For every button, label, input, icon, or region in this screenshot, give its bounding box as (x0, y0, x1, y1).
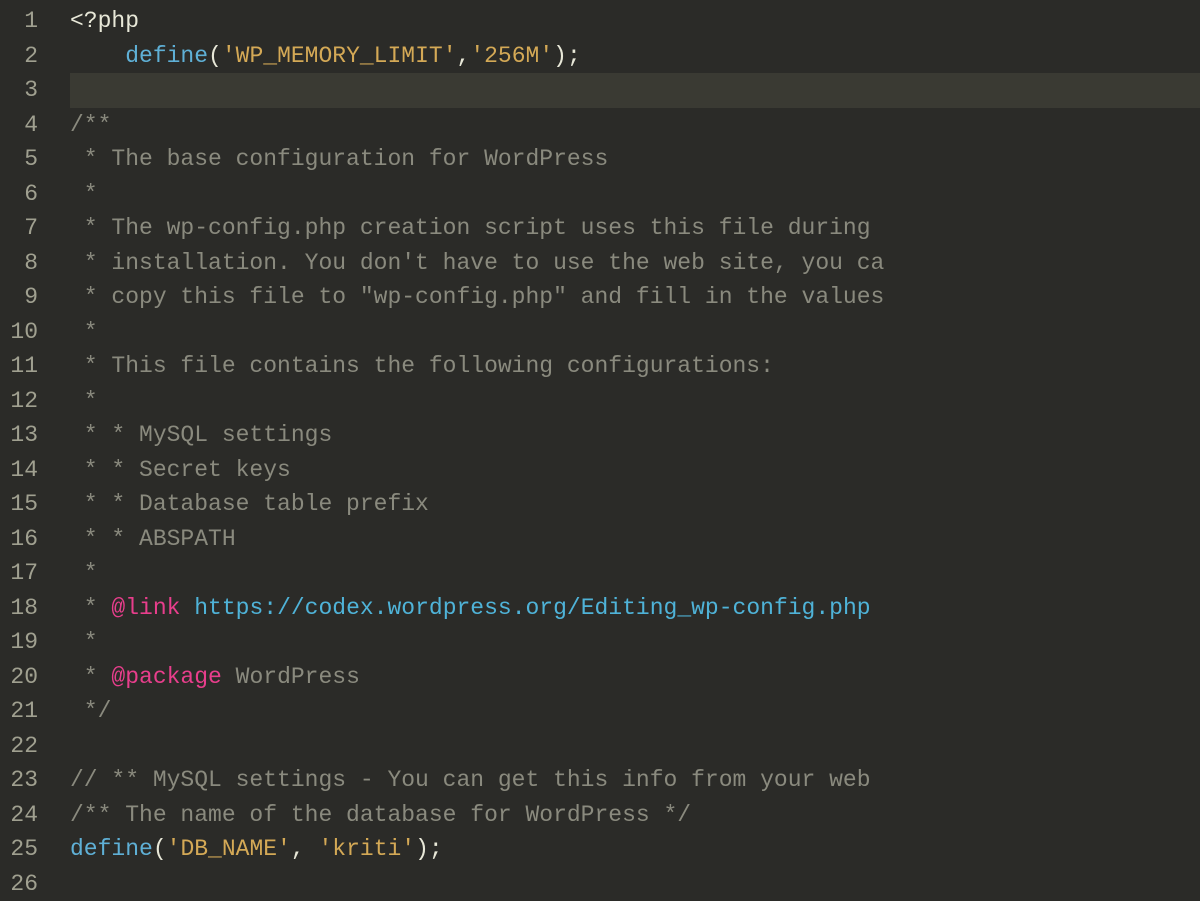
code-line[interactable] (70, 867, 1200, 901)
php-open-tag: <?php (70, 8, 139, 34)
line-number-gutter: 1 2 3 4 5 6 7 8 9 10 11 12 13 14 15 16 1… (0, 0, 50, 900)
docblock-text: * * MySQL settings (70, 422, 332, 448)
docblock-tag-link: @link (111, 595, 180, 621)
code-line[interactable]: * @package WordPress (70, 660, 1200, 695)
code-line[interactable]: * * Database table prefix (70, 487, 1200, 522)
line-number: 25 (8, 832, 38, 867)
string-literal: 'kriti' (318, 836, 415, 862)
code-line[interactable]: define('DB_NAME', 'kriti'); (70, 832, 1200, 867)
code-line[interactable]: <?php (70, 4, 1200, 39)
code-line[interactable]: * The base configuration for WordPress (70, 142, 1200, 177)
line-number: 10 (8, 315, 38, 350)
docblock-text: * This file contains the following confi… (70, 353, 774, 379)
line-number: 9 (8, 280, 38, 315)
code-line[interactable]: * (70, 177, 1200, 212)
docblock-url: https://codex.wordpress.org/Editing_wp-c… (194, 595, 870, 621)
docblock-pkg-name: WordPress (236, 664, 360, 690)
docblock-text: * (70, 181, 98, 207)
code-line[interactable]: * This file contains the following confi… (70, 349, 1200, 384)
docblock-text: * (70, 388, 98, 414)
line-number: 22 (8, 729, 38, 764)
docblock-text: * (70, 560, 98, 586)
docblock-text: * copy this file to "wp-config.php" and … (70, 284, 884, 310)
code-line[interactable]: * * ABSPATH (70, 522, 1200, 557)
code-line[interactable]: * (70, 315, 1200, 350)
line-number: 7 (8, 211, 38, 246)
docblock-text: * * Database table prefix (70, 491, 429, 517)
line-number: 15 (8, 487, 38, 522)
code-line[interactable]: // ** MySQL settings - You can get this … (70, 763, 1200, 798)
code-line[interactable]: define('WP_MEMORY_LIMIT','256M'); (70, 39, 1200, 74)
line-number: 17 (8, 556, 38, 591)
line-number: 14 (8, 453, 38, 488)
docblock-end: */ (70, 698, 111, 724)
code-line[interactable]: * (70, 384, 1200, 419)
func-define: define (125, 43, 208, 69)
line-comment: // ** MySQL settings - You can get this … (70, 767, 884, 793)
line-number: 6 (8, 177, 38, 212)
code-line[interactable]: * * Secret keys (70, 453, 1200, 488)
line-number: 3 (8, 73, 38, 108)
code-line[interactable]: */ (70, 694, 1200, 729)
line-number: 11 (8, 349, 38, 384)
docblock-start: /** (70, 112, 111, 138)
line-number: 13 (8, 418, 38, 453)
line-number: 16 (8, 522, 38, 557)
docblock-text: * (70, 319, 98, 345)
string-literal: 'DB_NAME' (167, 836, 291, 862)
line-number: 21 (8, 694, 38, 729)
line-number: 4 (8, 108, 38, 143)
line-number: 19 (8, 625, 38, 660)
code-area[interactable]: <?php define('WP_MEMORY_LIMIT','256M'); /… (50, 0, 1200, 900)
docblock-text: * * Secret keys (70, 457, 291, 483)
docblock-prefix: * (70, 595, 111, 621)
line-number: 18 (8, 591, 38, 626)
line-number: 5 (8, 142, 38, 177)
line-number: 12 (8, 384, 38, 419)
line-number: 8 (8, 246, 38, 281)
code-line[interactable]: * * MySQL settings (70, 418, 1200, 453)
line-number: 2 (8, 39, 38, 74)
code-line[interactable]: * @link https://codex.wordpress.org/Edit… (70, 591, 1200, 626)
docblock-text: * The base configuration for WordPress (70, 146, 608, 172)
code-line[interactable]: * (70, 556, 1200, 591)
string-literal: 'WP_MEMORY_LIMIT' (222, 43, 457, 69)
code-line[interactable]: * installation. You don't have to use th… (70, 246, 1200, 281)
line-number: 23 (8, 763, 38, 798)
code-line[interactable] (70, 729, 1200, 764)
code-line[interactable]: /** (70, 108, 1200, 143)
line-number: 26 (8, 867, 38, 901)
code-line[interactable]: /** The name of the database for WordPre… (70, 798, 1200, 833)
docblock-text: * installation. You don't have to use th… (70, 250, 884, 276)
code-line[interactable]: * (70, 625, 1200, 660)
func-define: define (70, 836, 153, 862)
line-number: 1 (8, 4, 38, 39)
block-comment: /** The name of the database for WordPre… (70, 802, 691, 828)
docblock-prefix: * (70, 664, 111, 690)
docblock-text: * (70, 629, 98, 655)
line-number: 24 (8, 798, 38, 833)
docblock-text: * The wp-config.php creation script uses… (70, 215, 884, 241)
code-editor[interactable]: 1 2 3 4 5 6 7 8 9 10 11 12 13 14 15 16 1… (0, 0, 1200, 900)
string-literal: '256M' (470, 43, 553, 69)
line-number: 20 (8, 660, 38, 695)
code-line[interactable]: * copy this file to "wp-config.php" and … (70, 280, 1200, 315)
code-line[interactable]: * The wp-config.php creation script uses… (70, 211, 1200, 246)
docblock-tag-package: @package (111, 664, 221, 690)
docblock-text: * * ABSPATH (70, 526, 236, 552)
code-line-current[interactable] (70, 73, 1200, 108)
